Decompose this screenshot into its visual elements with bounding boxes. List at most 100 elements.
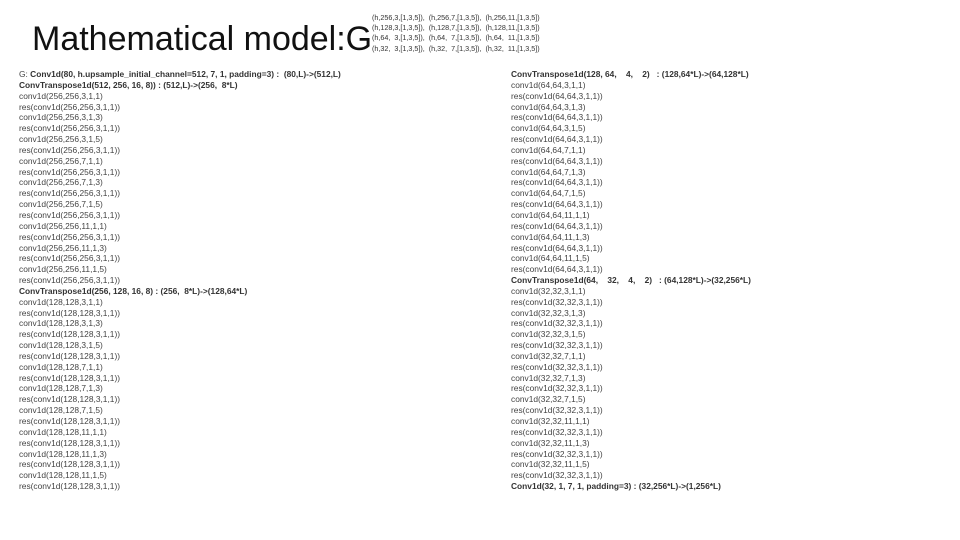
line-text: conv1d(64,64,3,1,1): [511, 79, 586, 90]
layer-line: conv1d(128,128,11,1,3): [19, 449, 489, 460]
line-text: conv1d(256,256,7,1,1): [19, 155, 103, 166]
line-text: res(conv1d(128,128,3,1,1)): [19, 350, 121, 361]
line-text: conv1d(64,64,7,1,3): [511, 166, 586, 177]
line-text: conv1d(32,32,7,1,5): [511, 394, 586, 405]
layer-line: conv1d(32,32,7,1,5): [511, 394, 941, 405]
line-text: res(conv1d(128,128,3,1,1)): [19, 329, 121, 340]
layer-line: conv1d(64,64,3,1,1): [511, 80, 941, 91]
line-text: res(conv1d(128,128,3,1,1)): [19, 307, 121, 318]
line-text: conv1d(128,128,11,1,1): [19, 426, 107, 437]
line-text: res(conv1d(32,32,3,1,1)): [511, 448, 603, 459]
layer-line: res(conv1d(32,32,3,1,1)): [511, 470, 941, 481]
line-text: conv1d(256,256,11,1,5): [19, 264, 107, 275]
layer-header-line: ConvTranspose1d(256, 128, 16, 8) : (256,…: [19, 286, 489, 297]
layer-line: conv1d(256,256,11,1,5): [19, 264, 489, 275]
layer-line: conv1d(64,64,3,1,5): [511, 123, 941, 134]
layer-header-line: Conv1d(32, 1, 7, 1, padding=3) : (32,256…: [511, 481, 941, 492]
note-line: (h,64, 3,[1,3,5]), (h,64, 7,[1,3,5]), (h…: [372, 33, 540, 43]
layer-line: res(conv1d(64,64,3,1,1)): [511, 134, 941, 145]
layer-line: conv1d(128,128,7,1,5): [19, 405, 489, 416]
line-text: res(conv1d(64,64,3,1,1)): [511, 242, 603, 253]
layer-line: res(conv1d(32,32,3,1,1)): [511, 340, 941, 351]
line-text: ConvTranspose1d(128, 64, 4, 2) : (128,64…: [511, 69, 749, 79]
layer-line: res(conv1d(256,256,3,1,1)): [19, 253, 489, 264]
layer-line: res(conv1d(256,256,3,1,1)): [19, 188, 489, 199]
line-text: res(conv1d(256,256,3,1,1)): [19, 166, 121, 177]
line-text: conv1d(128,128,3,1,3): [19, 318, 103, 329]
layer-line: conv1d(32,32,11,1,3): [511, 438, 941, 449]
line-text: res(conv1d(128,128,3,1,1)): [19, 372, 121, 383]
layer-line: res(conv1d(32,32,3,1,1)): [511, 362, 941, 373]
line-text: conv1d(128,128,11,1,3): [19, 448, 107, 459]
line-text: conv1d(256,256,11,1,1): [19, 220, 107, 231]
line-text: conv1d(32,32,11,1,1): [511, 416, 590, 426]
layer-line: res(conv1d(32,32,3,1,1)): [511, 427, 941, 438]
layer-header-line: ConvTranspose1d(128, 64, 4, 2) : (128,64…: [511, 69, 941, 80]
line-text: conv1d(32,32,7,1,3): [511, 372, 586, 383]
note-line: (h,128,3,[1,3,5]), (h,128,7,[1,3,5]), (h…: [372, 23, 540, 33]
layer-line: res(conv1d(256,256,3,1,1)): [19, 123, 489, 134]
layer-line: conv1d(64,64,11,1,5): [511, 253, 941, 264]
layer-line: res(conv1d(256,256,3,1,1)): [19, 275, 489, 286]
layer-line: conv1d(32,32,11,1,1): [511, 416, 941, 427]
layer-line: res(conv1d(128,128,3,1,1)): [19, 329, 489, 340]
layer-line: conv1d(64,64,11,1,3): [511, 232, 941, 243]
layer-line: conv1d(64,64,3,1,3): [511, 102, 941, 113]
layer-line: conv1d(256,256,11,1,1): [19, 221, 489, 232]
line-text: conv1d(64,64,7,1,5): [511, 188, 586, 199]
line-text: conv1d(128,128,3,1,5): [19, 340, 103, 351]
line-text: conv1d(32,32,11,1,5): [511, 459, 590, 470]
line-text: res(conv1d(128,128,3,1,1)): [19, 459, 121, 470]
layer-line: conv1d(64,64,7,1,3): [511, 167, 941, 178]
layer-line: res(conv1d(128,128,3,1,1)): [19, 394, 489, 405]
layer-header-line: G: Conv1d(80, h.upsample_initial_channel…: [19, 69, 489, 80]
layer-line: res(conv1d(128,128,3,1,1)): [19, 459, 489, 470]
line-text: Conv1d(32, 1, 7, 1, padding=3) : (32,256…: [511, 481, 721, 492]
line-text: ConvTranspose1d(64, 32, 4, 2) : (64,128*…: [511, 275, 751, 286]
layer-line: res(conv1d(256,256,3,1,1)): [19, 210, 489, 221]
layer-line: conv1d(32,32,7,1,1): [511, 351, 941, 362]
layer-line: conv1d(128,128,3,1,5): [19, 340, 489, 351]
layer-line: conv1d(256,256,3,1,1): [19, 91, 489, 102]
layer-line: res(conv1d(128,128,3,1,1)): [19, 373, 489, 384]
layer-line: conv1d(32,32,7,1,3): [511, 373, 941, 384]
line-text: res(conv1d(256,256,3,1,1)): [19, 101, 121, 112]
line-prefix: G:: [19, 69, 31, 79]
layer-line: conv1d(32,32,3,1,5): [511, 329, 941, 340]
layer-line: res(conv1d(64,64,3,1,1)): [511, 177, 941, 188]
line-text: conv1d(128,128,7,1,5): [19, 405, 103, 416]
layer-line: conv1d(256,256,3,1,3): [19, 112, 489, 123]
layer-line: conv1d(256,256,7,1,5): [19, 199, 489, 210]
layer-line: conv1d(128,128,11,1,1): [19, 427, 489, 438]
layer-line: res(conv1d(128,128,3,1,1)): [19, 351, 489, 362]
layer-line: res(conv1d(256,256,3,1,1)): [19, 145, 489, 156]
layer-line: conv1d(256,256,11,1,3): [19, 243, 489, 254]
layer-line: res(conv1d(64,64,3,1,1)): [511, 221, 941, 232]
layer-line: res(conv1d(128,128,3,1,1)): [19, 438, 489, 449]
layer-line: conv1d(128,128,3,1,1): [19, 297, 489, 308]
line-text: conv1d(64,64,3,1,3): [511, 101, 586, 112]
line-text: res(conv1d(64,64,3,1,1)): [511, 264, 603, 275]
line-text: res(conv1d(256,256,3,1,1)): [19, 123, 121, 134]
layer-line: conv1d(256,256,7,1,3): [19, 177, 489, 188]
slide-title: Mathematical model:G: [32, 20, 373, 58]
line-text: res(conv1d(64,64,3,1,1)): [511, 220, 603, 231]
note-line: (h,32, 3,[1,3,5]), (h,32, 7,[1,3,5]), (h…: [372, 43, 540, 53]
layer-line: res(conv1d(256,256,3,1,1)): [19, 232, 489, 243]
layer-line: conv1d(64,64,7,1,5): [511, 188, 941, 199]
layer-line: conv1d(128,128,11,1,5): [19, 470, 489, 481]
line-text: conv1d(32,32,3,1,1): [511, 285, 586, 296]
note-line: (h,256,3,[1,3,5]), (h,256,7,[1,3,5]), (h…: [372, 13, 540, 22]
layer-line: conv1d(32,32,3,1,3): [511, 308, 941, 319]
layer-line: res(conv1d(64,64,3,1,1)): [511, 112, 941, 123]
line-text: conv1d(32,32,3,1,5): [511, 329, 586, 340]
layer-line: res(conv1d(64,64,3,1,1)): [511, 264, 941, 275]
line-text: conv1d(32,32,3,1,3): [511, 307, 586, 318]
layer-line: res(conv1d(256,256,3,1,1)): [19, 167, 489, 178]
line-text: conv1d(128,128,3,1,1): [19, 296, 103, 307]
line-text: conv1d(32,32,11,1,3): [511, 437, 590, 448]
layer-line: res(conv1d(128,128,3,1,1)): [19, 416, 489, 427]
layer-line: conv1d(128,128,7,1,1): [19, 362, 489, 373]
line-text: res(conv1d(64,64,3,1,1)): [511, 90, 603, 101]
line-text: res(conv1d(64,64,3,1,1)): [511, 199, 603, 210]
